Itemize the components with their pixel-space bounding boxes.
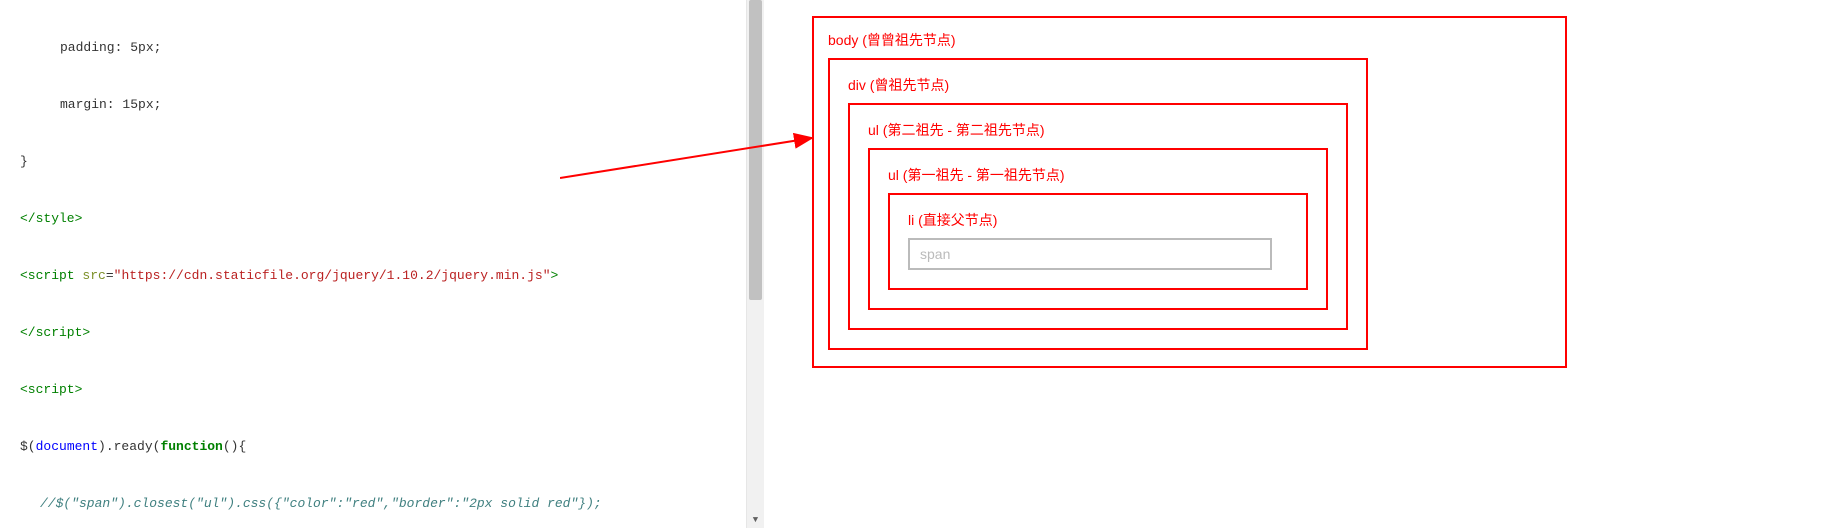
screenshot-stage: padding: 5px; margin: 15px; } </style> <…	[0, 0, 1837, 528]
code-line: <script src="https://cdn.staticfile.org/…	[20, 266, 746, 285]
code-line: }	[20, 152, 746, 171]
code-line: $(document).ready(function(){	[20, 437, 746, 456]
diagram-div-box: div (曾祖先节点) ul (第二祖先 - 第二祖先节点) ul (第一祖先 …	[828, 58, 1368, 350]
diagram-body-box: body (曾曾祖先节点) div (曾祖先节点) ul (第二祖先 - 第二祖…	[812, 16, 1567, 368]
diagram-div-label: div (曾祖先节点)	[848, 75, 1348, 95]
chevron-down-icon: ▼	[753, 515, 758, 525]
diagram-ul2-box: ul (第二祖先 - 第二祖先节点) ul (第一祖先 - 第一祖先节点) li…	[848, 103, 1348, 330]
code-panel: padding: 5px; margin: 15px; } </style> <…	[0, 0, 746, 528]
diagram-panel: body (曾曾祖先节点) div (曾祖先节点) ul (第二祖先 - 第二祖…	[790, 0, 1828, 528]
diagram-ul2-label: ul (第二祖先 - 第二祖先节点)	[868, 120, 1328, 140]
scrollbar-track[interactable]: ▼	[746, 0, 764, 528]
scrollbar-thumb[interactable]	[749, 0, 762, 300]
diagram-span-label: span	[920, 246, 950, 262]
code-line: <script>	[20, 380, 746, 399]
diagram-span-box: span	[908, 238, 1272, 270]
diagram-ul1-label: ul (第一祖先 - 第一祖先节点)	[888, 165, 1308, 185]
code-line-comment: //$("span").closest("ul").css({"color":"…	[20, 494, 746, 513]
diagram-body-label: body (曾曾祖先节点)	[828, 30, 1551, 50]
diagram-li-label: li (直接父节点)	[908, 210, 1288, 230]
code-line: </style>	[20, 209, 746, 228]
diagram-ul1-box: ul (第一祖先 - 第一祖先节点) li (直接父节点) span	[868, 148, 1328, 310]
code-line: </script>	[20, 323, 746, 342]
scroll-down-button[interactable]: ▼	[747, 511, 764, 528]
code-line: margin: 15px;	[20, 95, 746, 114]
code-line: padding: 5px;	[20, 38, 746, 57]
diagram-li-box: li (直接父节点) span	[888, 193, 1308, 290]
